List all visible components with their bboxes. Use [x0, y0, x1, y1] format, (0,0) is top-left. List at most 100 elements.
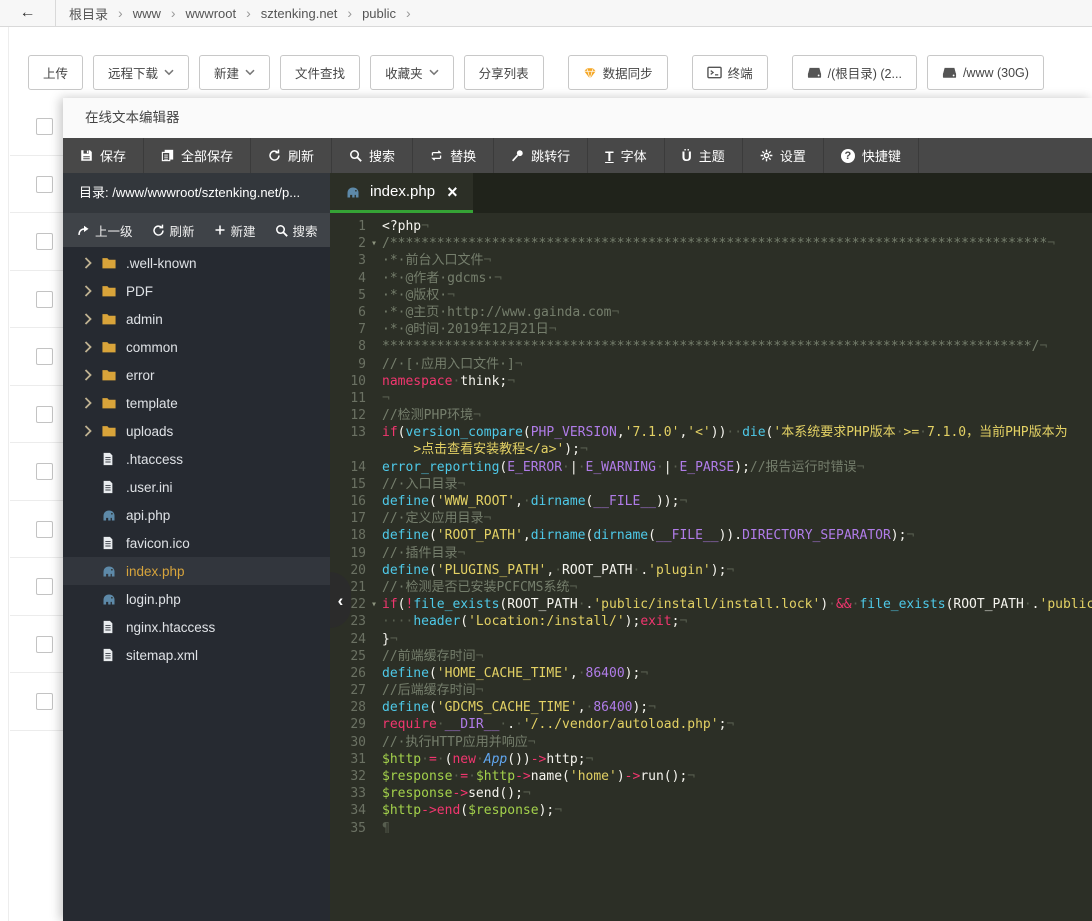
editor-toolbar-settings[interactable]: 设置	[743, 138, 824, 173]
line-number[interactable]: 31	[330, 751, 366, 768]
row-checkbox[interactable]	[36, 233, 53, 251]
line-number[interactable]: 35	[330, 820, 366, 837]
tree-item-common[interactable]: common	[63, 333, 330, 361]
tree-item-index.php[interactable]: index.php	[63, 557, 330, 585]
line-number[interactable]: 7	[330, 321, 366, 338]
tree-item-sitemap.xml[interactable]: sitemap.xml	[63, 641, 330, 669]
line-number[interactable]: 19	[330, 545, 366, 562]
line-number[interactable]: 26	[330, 665, 366, 682]
tree-item-admin[interactable]: admin	[63, 305, 330, 333]
line-number[interactable]: 9	[330, 356, 366, 373]
toolbar-button-disk-www[interactable]: /www (30G)	[926, 55, 1044, 90]
line-number[interactable]: 29	[330, 716, 366, 733]
row-checkbox[interactable]	[36, 578, 53, 596]
line-number[interactable]: 10	[330, 373, 366, 390]
tree-item-error[interactable]: error	[63, 361, 330, 389]
line-number[interactable]: 32	[330, 768, 366, 785]
fold-gutter	[366, 545, 382, 562]
line-number[interactable]: 1	[330, 218, 366, 235]
tree-item-api.php[interactable]: api.php	[63, 501, 330, 529]
line-number[interactable]: 25	[330, 648, 366, 665]
editor-toolbar-search[interactable]: 搜索	[332, 138, 414, 173]
line-number[interactable]	[330, 441, 366, 458]
code-text: //·检测是否已安装PCFCMS系统¬	[382, 579, 578, 595]
fold-arrow-icon[interactable]: ▾	[366, 235, 382, 252]
toolbar-button-favorites[interactable]: 收藏夹	[370, 55, 454, 90]
line-number[interactable]: 3	[330, 252, 366, 269]
line-number[interactable]: 16	[330, 493, 366, 510]
line-number[interactable]: 17	[330, 510, 366, 527]
line-number[interactable]: 6	[330, 304, 366, 321]
row-checkbox[interactable]	[36, 520, 53, 538]
breadcrumb-item[interactable]: public	[362, 6, 396, 21]
back-button[interactable]: ←	[0, 0, 56, 26]
tree-item-login.php[interactable]: login.php	[63, 585, 330, 613]
breadcrumb-item[interactable]: sztenking.net	[261, 6, 338, 21]
line-number[interactable]: 27	[330, 682, 366, 699]
row-checkbox[interactable]	[36, 405, 53, 423]
line-number[interactable]: 30	[330, 734, 366, 751]
breadcrumb-item[interactable]: wwwroot	[186, 6, 237, 21]
row-checkbox[interactable]	[36, 290, 53, 308]
line-number[interactable]: 11	[330, 390, 366, 407]
row-checkbox[interactable]	[36, 463, 53, 481]
editor-toolbar-save[interactable]: 保存	[63, 138, 145, 173]
toolbar-button-label: 数据同步	[602, 67, 653, 81]
tree-item-.well-known[interactable]: .well-known	[63, 249, 330, 277]
row-checkbox[interactable]	[36, 693, 53, 711]
editor-toolbar-refresh[interactable]: 刷新	[251, 138, 333, 173]
line-number[interactable]: 2	[330, 235, 366, 252]
tree-item-template[interactable]: template	[63, 389, 330, 417]
row-checkbox[interactable]	[36, 348, 53, 366]
toolbar-button-disk-root[interactable]: /(根目录) (2...	[791, 55, 917, 90]
toolbar-button-terminal[interactable]: 终端	[691, 55, 768, 90]
toolbar-button-file-search[interactable]: 文件查找	[280, 55, 361, 90]
editor-toolbar-replace[interactable]: 替换	[413, 138, 495, 173]
row-checkbox[interactable]	[36, 118, 53, 136]
line-number[interactable]: 13	[330, 424, 366, 441]
chevron-left-icon: ‹	[337, 590, 344, 610]
doc-icon	[101, 452, 115, 466]
line-number[interactable]: 18	[330, 527, 366, 544]
close-icon[interactable]: ×	[447, 183, 458, 201]
line-number[interactable]: 28	[330, 699, 366, 716]
editor-toolbar-theme[interactable]: Ü 主题	[665, 138, 743, 173]
fold-arrow-icon[interactable]: ▾	[366, 596, 382, 613]
tree-item-.htaccess[interactable]: .htaccess	[63, 445, 330, 473]
row-checkbox[interactable]	[36, 635, 53, 653]
toolbar-button-share-list[interactable]: 分享列表	[463, 55, 544, 90]
tree-action-new-item[interactable]: 新建	[214, 221, 256, 240]
search-icon	[349, 149, 362, 162]
tree-item-uploads[interactable]: uploads	[63, 417, 330, 445]
toolbar-button-data-sync[interactable]: 数据同步	[567, 55, 668, 90]
tab-index-php[interactable]: index.php ×	[330, 173, 473, 213]
tree-item-PDF[interactable]: PDF	[63, 277, 330, 305]
editor-toolbar-goto-line[interactable]: 跳转行	[494, 138, 589, 173]
toolbar-button-remote-download[interactable]: 远程下载	[93, 55, 190, 90]
toolbar-button-new[interactable]: 新建	[199, 55, 271, 90]
line-number[interactable]: 4	[330, 270, 366, 287]
row-checkbox[interactable]	[36, 175, 53, 193]
line-number[interactable]: 12	[330, 407, 366, 424]
editor-toolbar-font[interactable]: T 字体	[588, 138, 665, 173]
breadcrumb-item[interactable]: www	[133, 6, 161, 21]
line-number[interactable]: 24	[330, 631, 366, 648]
line-number[interactable]: 33	[330, 785, 366, 802]
tree-action-up-level[interactable]: 上一级	[77, 221, 133, 240]
line-number[interactable]: 8	[330, 338, 366, 355]
tree-item-.user.ini[interactable]: .user.ini	[63, 473, 330, 501]
toolbar-button-upload[interactable]: 上传	[28, 55, 84, 90]
line-number[interactable]: 14	[330, 459, 366, 476]
editor-toolbar-shortcuts[interactable]: ? 快捷键	[824, 138, 919, 173]
breadcrumb-item[interactable]: 根目录	[69, 4, 108, 23]
tree-item-nginx.htaccess[interactable]: nginx.htaccess	[63, 613, 330, 641]
line-number[interactable]: 34	[330, 802, 366, 819]
editor-toolbar-save-all[interactable]: 全部保存	[144, 138, 252, 173]
tree-actions: 上一级 刷新 新建 搜索	[63, 213, 330, 247]
tree-item-favicon.ico[interactable]: favicon.ico	[63, 529, 330, 557]
line-number[interactable]: 15	[330, 476, 366, 493]
tree-action-search-tree[interactable]: 搜索	[275, 221, 318, 240]
code-editor[interactable]: 1 <?php¬ 2 ▾/******************************…	[330, 213, 1092, 921]
line-number[interactable]: 5	[330, 287, 366, 304]
tree-action-refresh-tree[interactable]: 刷新	[152, 221, 195, 240]
